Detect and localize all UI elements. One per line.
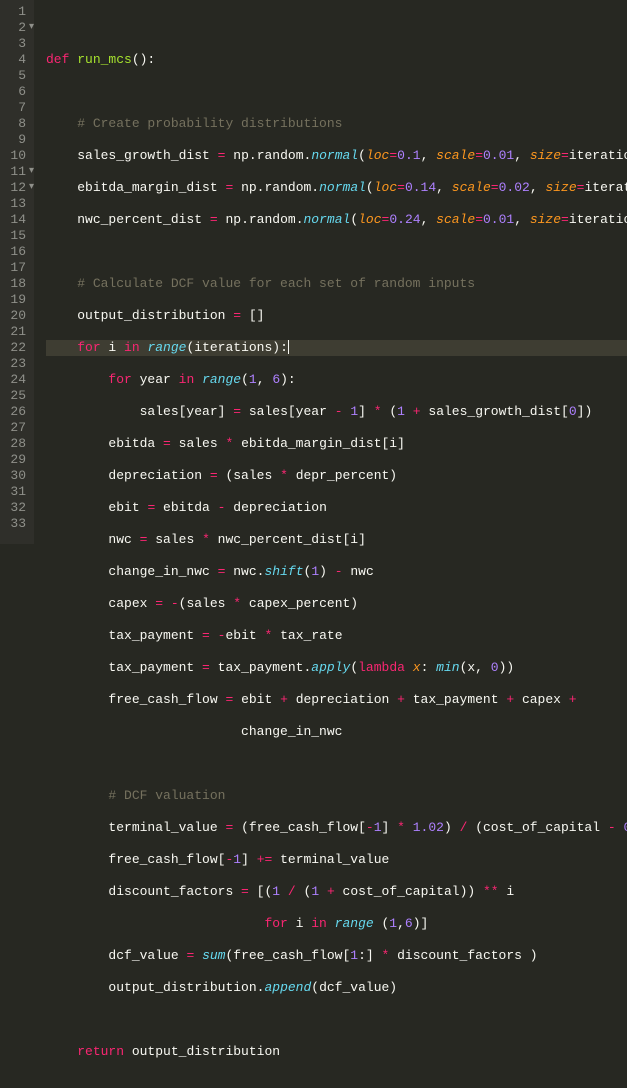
code-line[interactable]: change_in_nwc — [46, 724, 627, 740]
line-number: 17 — [4, 260, 26, 276]
code-line[interactable]: return output_distribution — [46, 1044, 627, 1060]
code-line[interactable]: sales[year] = sales[year - 1] * (1 + sal… — [46, 404, 627, 420]
code-line[interactable]: output_distribution.append(dcf_value) — [46, 980, 627, 996]
code-line[interactable]: def run_mcs(): — [46, 52, 627, 68]
line-number: 1 — [4, 4, 26, 20]
line-number: 33 — [4, 516, 26, 532]
line-number: 32 — [4, 500, 26, 516]
line-number: 9 — [4, 132, 26, 148]
line-number: 21 — [4, 324, 26, 340]
line-number: 5 — [4, 68, 26, 84]
line-number: 23 — [4, 356, 26, 372]
code-line[interactable]: dcf_value = sum(free_cash_flow[1:] * dis… — [46, 948, 627, 964]
code-area[interactable]: def run_mcs(): # Create probability dist… — [34, 0, 627, 544]
code-line[interactable]: nwc = sales * nwc_percent_dist[i] — [46, 532, 627, 548]
code-line-active[interactable]: for i in range(iterations): — [46, 340, 627, 356]
line-number: 20 — [4, 308, 26, 324]
cursor-icon — [288, 340, 289, 354]
gutter: 1 2 3 4 5 6 7 8 9 10 11 12 13 14 15 16 1… — [0, 0, 34, 544]
line-number[interactable]: 11 — [4, 164, 26, 180]
code-line[interactable] — [46, 84, 627, 100]
code-line[interactable]: discount_factors = [(1 / (1 + cost_of_ca… — [46, 884, 627, 900]
code-line[interactable]: terminal_value = (free_cash_flow[-1] * 1… — [46, 820, 627, 836]
code-line[interactable] — [46, 244, 627, 260]
code-line[interactable]: output_distribution = [] — [46, 308, 627, 324]
line-number: 24 — [4, 372, 26, 388]
code-line[interactable] — [46, 20, 627, 36]
code-line[interactable] — [46, 756, 627, 772]
code-line[interactable]: # Create probability distributions — [46, 116, 627, 132]
code-line[interactable]: capex = -(sales * capex_percent) — [46, 596, 627, 612]
line-number: 7 — [4, 100, 26, 116]
code-line[interactable]: depreciation = (sales * depr_percent) — [46, 468, 627, 484]
line-number: 22 — [4, 340, 26, 356]
code-line[interactable]: # DCF valuation — [46, 788, 627, 804]
line-number: 30 — [4, 468, 26, 484]
code-line[interactable]: free_cash_flow = ebit + depreciation + t… — [46, 692, 627, 708]
code-line[interactable]: ebit = ebitda - depreciation — [46, 500, 627, 516]
line-number: 6 — [4, 84, 26, 100]
line-number: 16 — [4, 244, 26, 260]
code-line[interactable]: for i in range (1,6)] — [46, 916, 627, 932]
line-number: 28 — [4, 436, 26, 452]
code-line[interactable]: # Calculate DCF value for each set of ra… — [46, 276, 627, 292]
code-line[interactable]: tax_payment = tax_payment.apply(lambda x… — [46, 660, 627, 676]
line-number[interactable]: 2 — [4, 20, 26, 36]
line-number: 25 — [4, 388, 26, 404]
code-editor[interactable]: 1 2 3 4 5 6 7 8 9 10 11 12 13 14 15 16 1… — [0, 0, 627, 544]
line-number: 27 — [4, 420, 26, 436]
line-number: 14 — [4, 212, 26, 228]
line-number: 8 — [4, 116, 26, 132]
code-line[interactable]: sales_growth_dist = np.random.normal(loc… — [46, 148, 627, 164]
line-number: 19 — [4, 292, 26, 308]
line-number: 3 — [4, 36, 26, 52]
code-line[interactable]: ebitda = sales * ebitda_margin_dist[i] — [46, 436, 627, 452]
code-line[interactable]: change_in_nwc = nwc.shift(1) - nwc — [46, 564, 627, 580]
line-number: 26 — [4, 404, 26, 420]
code-line[interactable] — [46, 1012, 627, 1028]
line-number: 4 — [4, 52, 26, 68]
line-number: 18 — [4, 276, 26, 292]
code-line[interactable]: free_cash_flow[-1] += terminal_value — [46, 852, 627, 868]
line-number: 10 — [4, 148, 26, 164]
code-line[interactable]: nwc_percent_dist = np.random.normal(loc=… — [46, 212, 627, 228]
code-line[interactable]: for year in range(1, 6): — [46, 372, 627, 388]
line-number: 29 — [4, 452, 26, 468]
code-line[interactable]: tax_payment = -ebit * tax_rate — [46, 628, 627, 644]
line-number[interactable]: 12 — [4, 180, 26, 196]
line-number: 31 — [4, 484, 26, 500]
code-line[interactable]: ebitda_margin_dist = np.random.normal(lo… — [46, 180, 627, 196]
line-number: 15 — [4, 228, 26, 244]
line-number: 13 — [4, 196, 26, 212]
